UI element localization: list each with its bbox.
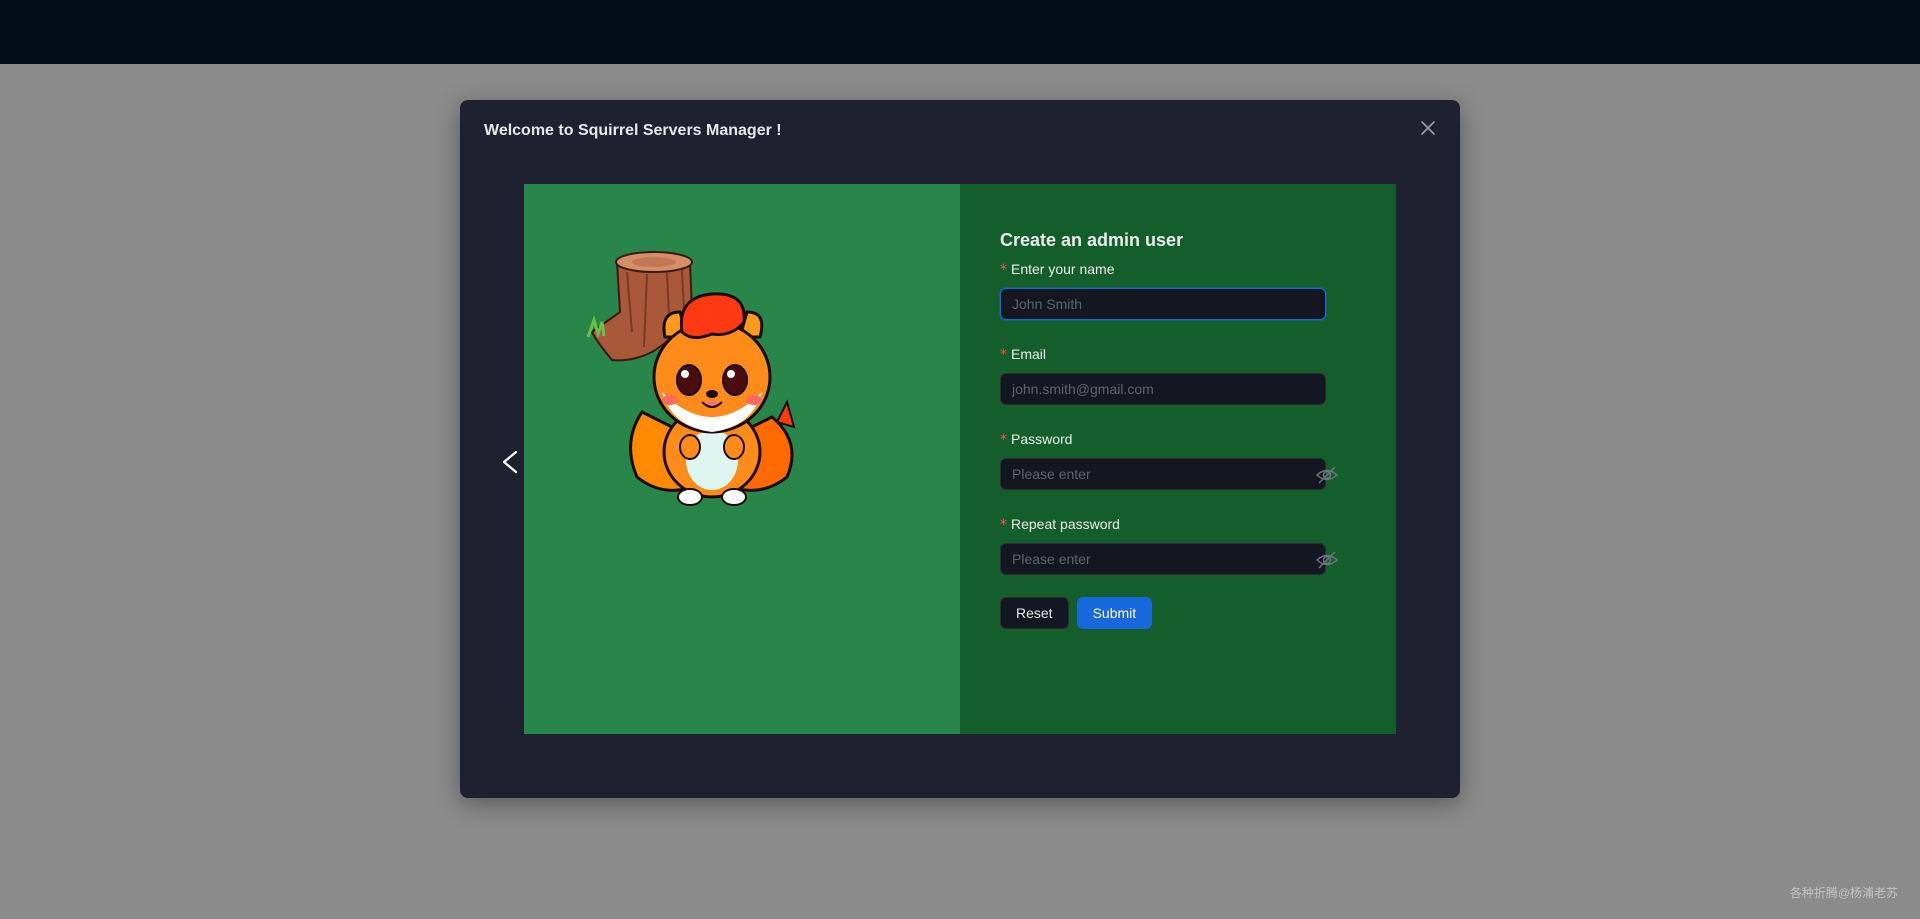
modal-title: Welcome to Squirrel Servers Manager ! [484,122,782,139]
repeat-password-field: * Repeat password [1000,514,1339,575]
email-input-wrapper [1000,373,1326,405]
squirrel-mascot-illustration [586,251,796,506]
close-icon[interactable] [1416,116,1440,140]
repeat-password-label: * Repeat password [1000,514,1326,535]
required-mark: * [1000,262,1007,278]
name-field: * Enter your name [1000,259,1326,320]
email-label: * Email [1000,344,1326,365]
form-buttons: Reset Submit [1000,597,1326,629]
eye-invisible-icon[interactable] [1315,463,1339,487]
carousel-image-panel [524,184,960,734]
eye-invisible-icon[interactable] [1315,548,1339,572]
repeat-password-input-wrapper [1000,543,1339,575]
email-label-text: Email [1011,346,1047,362]
password-label-text: Password [1011,431,1073,447]
create-admin-form: Create an admin user *Enter your name *E… [1000,228,1339,629]
top-navbar [0,0,1920,64]
name-label: * Enter your name [1000,259,1326,280]
required-mark: * [1000,517,1007,533]
repeat-password-label-text: Repeat password [1011,516,1120,532]
required-mark: * [1000,347,1007,363]
name-input-wrapper [1000,288,1326,320]
password-field: * Password [1000,429,1339,490]
form-title: Create an admin user [1000,230,1184,250]
password-input-wrapper [1000,458,1339,490]
email-input[interactable] [1001,374,1325,404]
required-mark: * [1000,432,1007,448]
repeat-password-input[interactable] [1001,544,1325,574]
welcome-modal: Welcome to Squirrel Servers Manager ! Cr… [460,100,1460,798]
name-input[interactable] [1001,289,1325,319]
password-input[interactable] [1001,459,1325,489]
admin-form-panel: Create an admin user *Enter your name *E… [960,184,1396,734]
email-field: * Email [1000,344,1326,405]
name-label-text: Enter your name [1011,261,1115,277]
password-label: * Password [1000,429,1326,450]
watermark: 各种折腾@杨浦老苏 [1789,886,1898,900]
submit-button[interactable]: Submit [1076,597,1153,629]
reset-button[interactable]: Reset [1000,597,1069,629]
